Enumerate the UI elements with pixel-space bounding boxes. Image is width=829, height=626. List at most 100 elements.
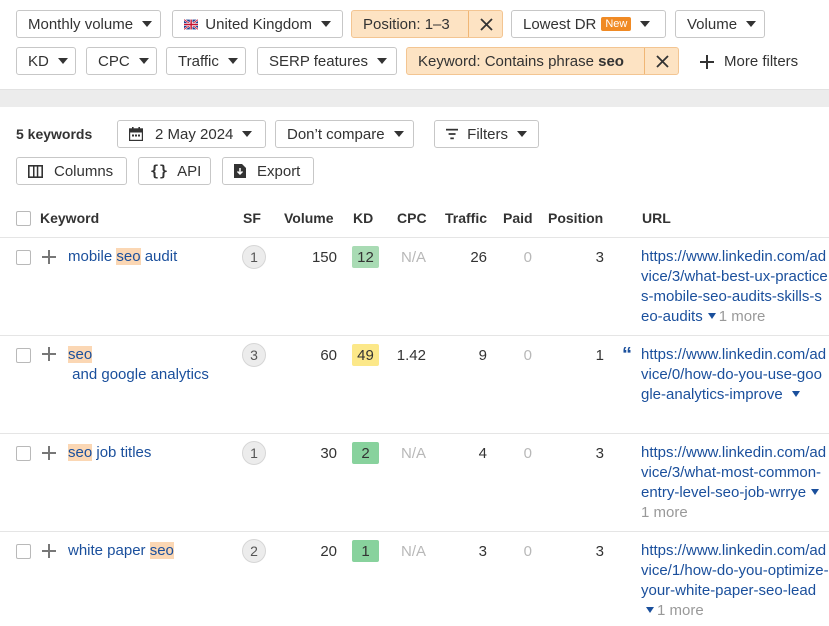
url-cell[interactable]: https://www.linkedin.com/advice/1/how-do… [641,541,829,621]
url-link[interactable]: https://www.linkedin.com/advice/1/how-do… [641,542,829,599]
header-traffic[interactable]: Traffic [445,210,487,226]
close-icon[interactable] [469,11,503,37]
paid-value: 0 [523,445,532,462]
lowest-dr-label: Lowest DR [523,15,597,33]
row-checkbox[interactable] [16,544,31,559]
position-filter-chip[interactable]: Position: 1–3 [351,10,503,38]
chevron-down-icon[interactable] [811,489,820,496]
monthly-volume-dropdown[interactable]: Monthly volume [16,10,161,38]
more-filters-label: More filters [724,53,799,70]
sf-count[interactable]: 1 [242,441,266,465]
keyword-filter-chip[interactable]: Keyword: Contains phrase seo [406,47,679,75]
volume-value: 30 [320,445,337,462]
cpc-value: 1.42 [396,347,426,364]
columns-icon [28,164,43,178]
add-to-list-icon[interactable] [42,544,56,558]
keyword-link[interactable]: mobile seo audit [68,247,228,267]
kd-badge: 49 [352,344,379,366]
country-label: United Kingdom [205,15,312,33]
columns-button[interactable]: Columns [16,157,127,185]
header-kd[interactable]: KD [353,210,373,226]
header-url[interactable]: URL [642,210,671,226]
keyword-filter-prefix: Keyword: Contains phrase [418,52,599,70]
filters-dropdown[interactable]: Filters [434,120,539,148]
url-cell[interactable]: https://www.linkedin.com/advice/3/what-m… [641,443,829,523]
position-value: 1 [595,347,604,364]
kd-dropdown[interactable]: KD [16,47,76,75]
url-cell[interactable]: https://www.linkedin.com/advice/0/how-do… [641,345,829,405]
cpc-dropdown[interactable]: CPC [86,47,157,75]
filter-icon [446,128,459,140]
volume-dropdown[interactable]: Volume [675,10,765,38]
cpc-value: N/A [400,445,426,462]
keyword-link[interactable]: white paper seo [68,541,228,561]
url-cell[interactable]: https://www.linkedin.com/advice/3/what-b… [641,247,829,327]
monthly-volume-label: Monthly volume [28,15,134,33]
chevron-down-icon[interactable] [707,313,716,320]
close-icon[interactable] [645,48,679,74]
keyword-highlight: seo [68,444,93,461]
keyword-link[interactable]: seo and google analytics [68,345,228,385]
paid-value: 0 [523,543,532,560]
chevron-down-icon [138,58,149,64]
kd-badge: 1 [352,540,379,562]
header-paid[interactable]: Paid [503,210,533,226]
chevron-down-icon [321,21,331,27]
header-volume[interactable]: Volume [284,210,334,226]
volume-value: 60 [320,347,337,364]
row-checkbox[interactable] [16,348,31,363]
chevron-down-icon[interactable] [646,607,654,614]
chevron-down-icon [746,21,757,27]
add-to-list-icon[interactable] [42,446,56,460]
url-link[interactable]: https://www.linkedin.com/advice/3/what-m… [641,444,826,501]
country-dropdown[interactable]: United Kingdom [172,10,343,38]
row-divider [0,433,829,434]
export-button[interactable]: Export [222,157,314,185]
row-checkbox[interactable] [16,250,31,265]
header-sf[interactable]: SF [243,210,261,226]
new-badge: New [601,17,632,31]
section-divider [0,89,829,107]
header-position[interactable]: Position [548,210,603,226]
more-urls-link[interactable]: 1 more [657,602,704,619]
serp-features-dropdown[interactable]: SERP features [257,47,397,75]
add-to-list-icon[interactable] [42,347,56,361]
sf-count[interactable]: 2 [242,539,266,563]
keyword-count: 5 keywords [16,126,93,142]
more-filters-button[interactable]: More filters [700,53,798,70]
header-divider [0,237,829,238]
header-cpc[interactable]: CPC [397,210,427,226]
api-button[interactable]: {} API [138,157,211,185]
kd-label: KD [28,52,49,70]
more-urls-link[interactable]: 1 more [641,504,688,521]
traffic-dropdown[interactable]: Traffic [166,47,246,75]
calendar-icon [129,127,143,141]
cpc-value: N/A [400,249,426,266]
plus-icon [700,54,714,69]
date-picker[interactable]: 2 May 2024 [117,120,266,148]
chevron-down-icon [393,131,404,137]
sf-count[interactable]: 1 [242,245,266,269]
more-urls-link[interactable]: 1 more [719,308,766,325]
columns-label: Columns [54,162,114,180]
keyword-link[interactable]: seo job titles [68,443,228,463]
lowest-dr-dropdown[interactable]: Lowest DR New [511,10,666,38]
header-keyword[interactable]: Keyword [40,210,99,226]
sf-count[interactable]: 3 [242,343,266,367]
chevron-down-icon[interactable] [791,391,800,398]
traffic-value: 26 [470,249,487,266]
api-label: API [177,162,202,180]
add-to-list-icon[interactable] [42,250,56,264]
filters-label: Filters [467,125,508,143]
traffic-value: 4 [478,445,487,462]
volume-value: 150 [311,249,337,266]
select-all-checkbox[interactable] [16,211,31,226]
row-checkbox[interactable] [16,446,31,461]
chevron-down-icon [640,21,651,27]
featured-snippet-icon: “ [622,344,632,366]
braces-icon: {} [150,162,169,180]
compare-dropdown[interactable]: Don’t compare [275,120,414,148]
row-divider [0,335,829,336]
chevron-down-icon [57,58,68,64]
export-label: Export [257,162,301,180]
